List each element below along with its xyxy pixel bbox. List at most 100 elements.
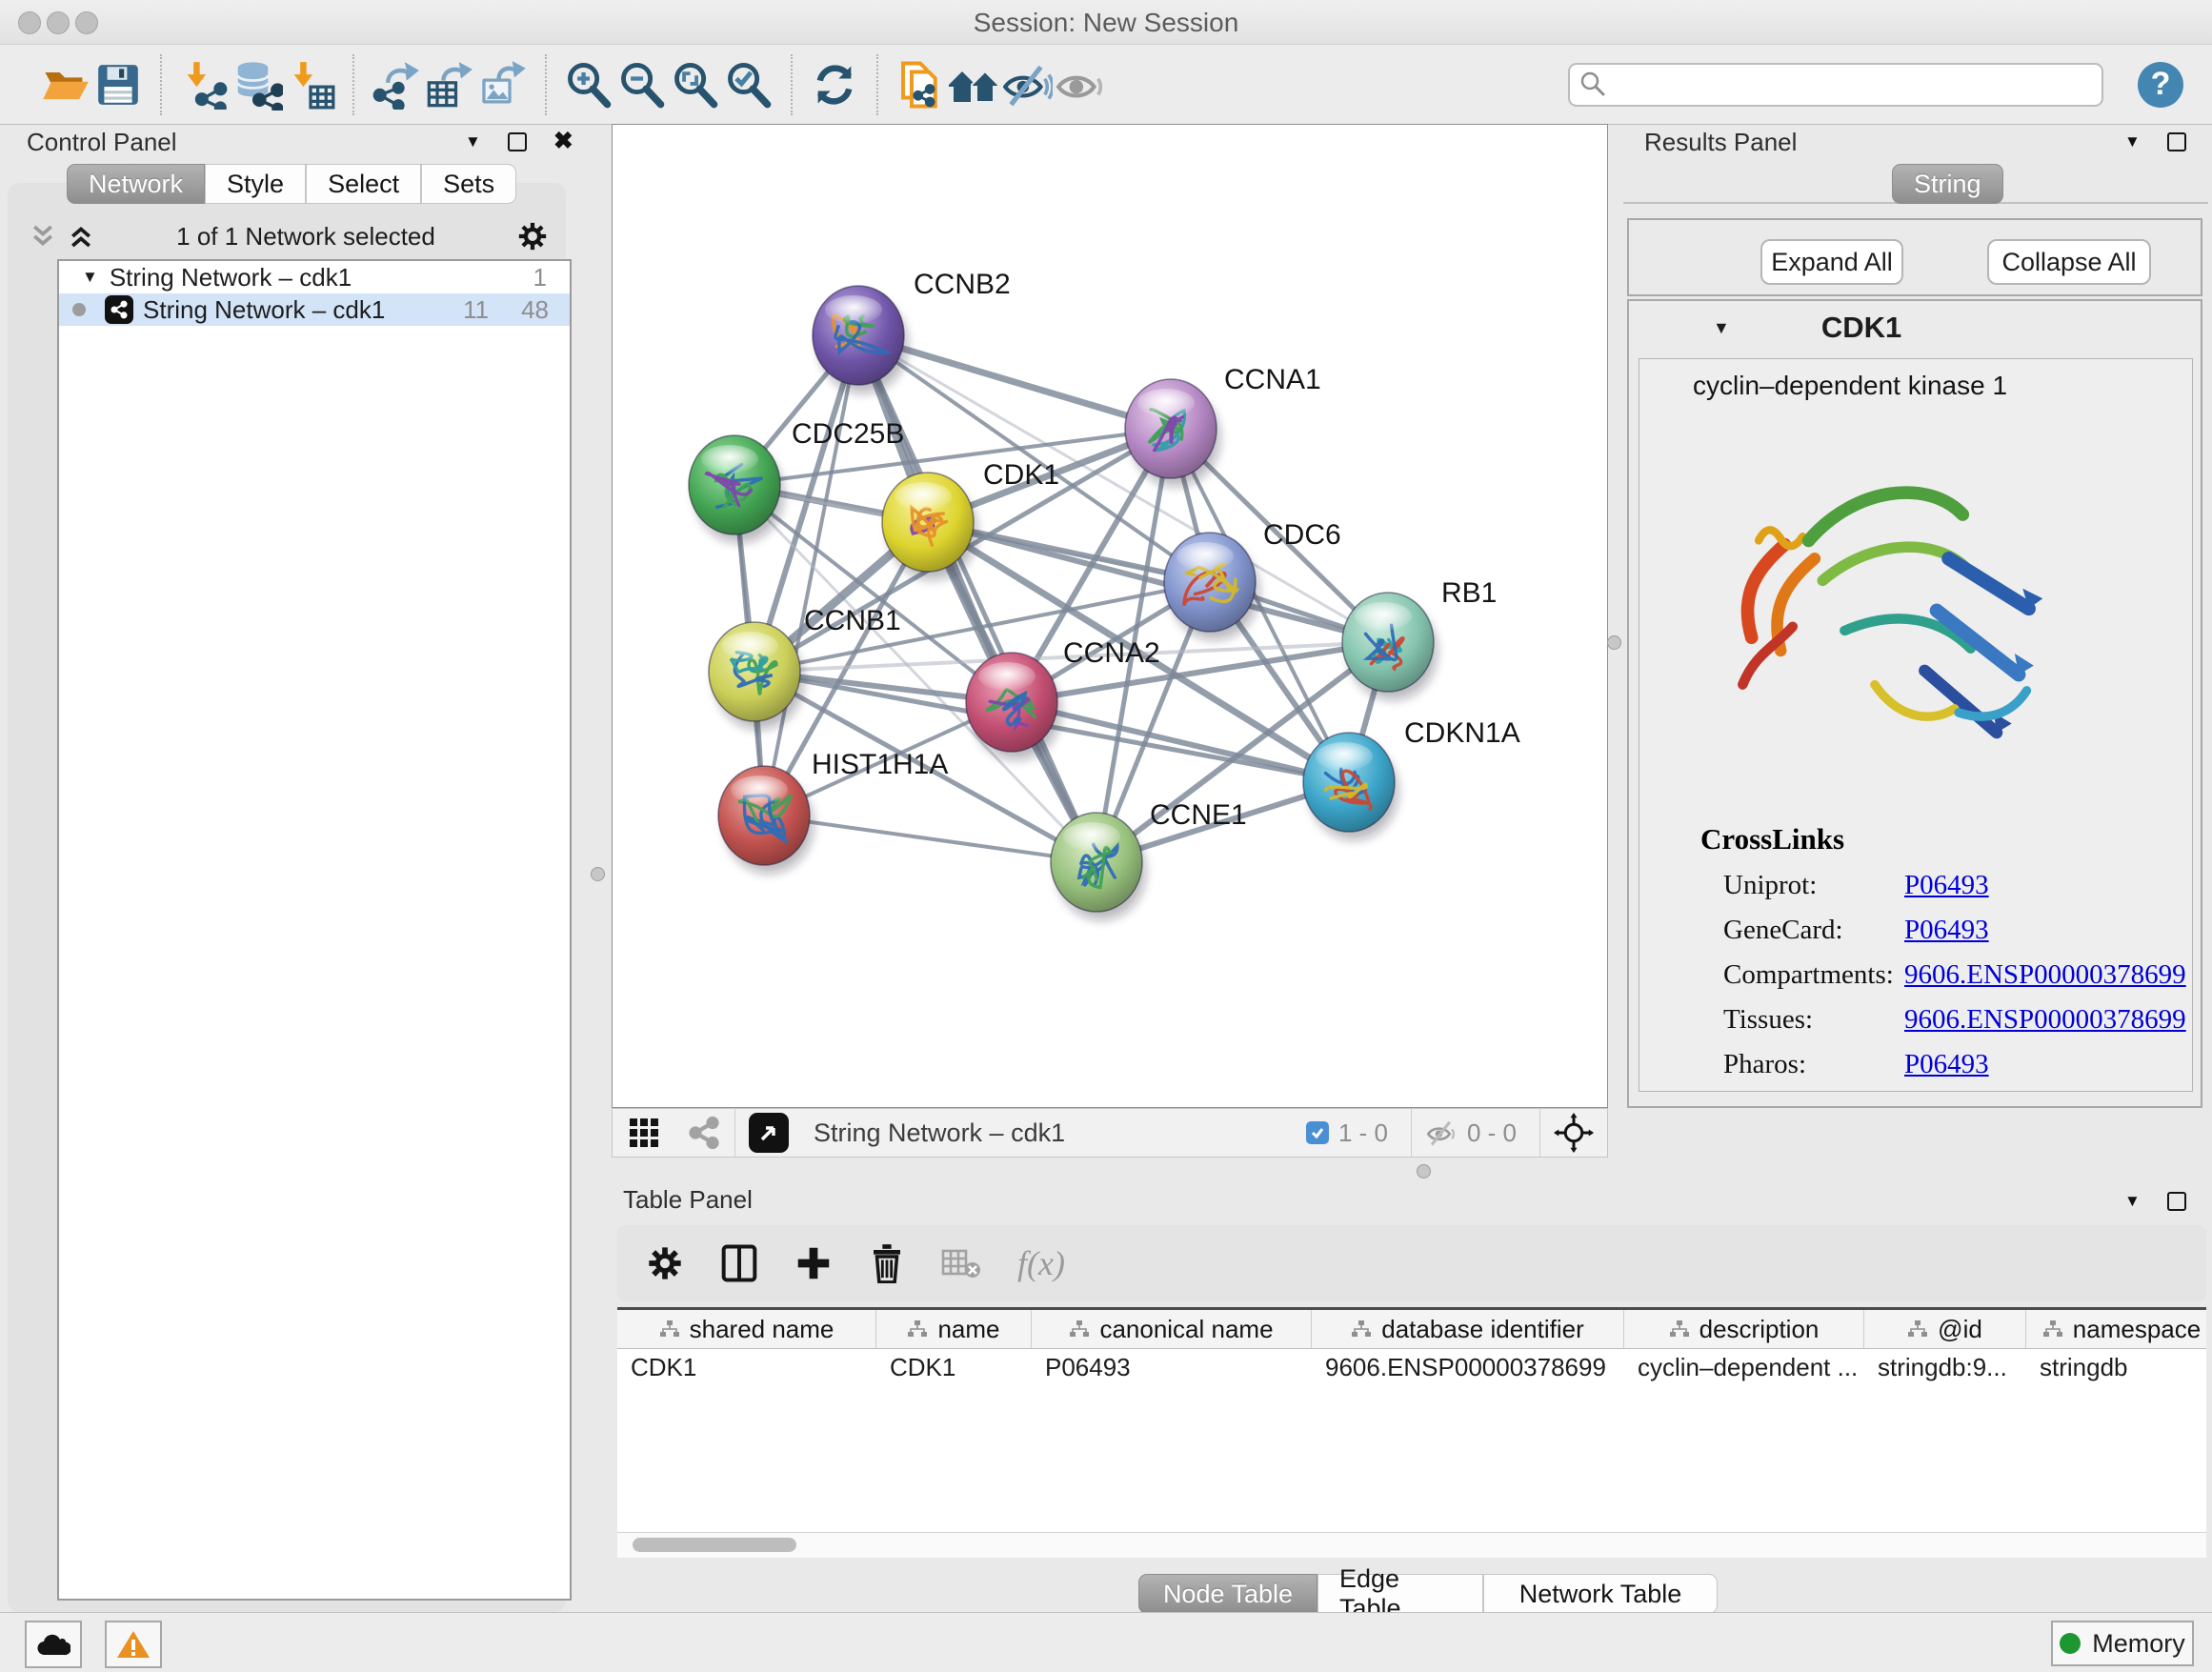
zoom-in-button[interactable] [562,58,615,111]
warnings-button[interactable] [105,1621,162,1668]
column-header-database-identifier[interactable]: database identifier [1312,1310,1624,1348]
column-header-canonical-name[interactable]: canonical name [1032,1310,1312,1348]
float-panel-icon[interactable] [2167,132,2186,151]
export-network-button[interactable] [370,58,423,111]
table-cell[interactable]: CDK1 [876,1349,1032,1385]
delete-table-icon-disabled[interactable] [941,1246,981,1280]
tab-sets[interactable]: Sets [421,164,516,204]
column-header-namespace[interactable]: namespace [2026,1310,2206,1348]
panel-menu-icon[interactable]: ▼ [2124,132,2141,151]
disclosure-triangle-icon[interactable]: ▼ [1713,318,1730,338]
scrollbar-thumb[interactable] [633,1538,796,1552]
import-network-from-database-button[interactable] [231,58,284,111]
hide-selection-button[interactable] [1000,58,1054,111]
edge-CCNB2-HIST1H1A[interactable] [764,335,858,816]
selected-checkbox-icon[interactable] [1306,1121,1329,1144]
refresh-button[interactable] [808,58,861,111]
table-cell[interactable]: P06493 [1032,1349,1312,1385]
zoom-selected-button[interactable] [722,58,775,111]
open-session-button[interactable] [38,58,91,111]
table-cell[interactable]: stringdb:9... [1864,1349,2026,1385]
close-panel-icon[interactable]: ✖ [553,130,573,153]
delete-column-trash-icon[interactable] [869,1243,905,1283]
node-CCNE1[interactable]: CCNE1 [1051,799,1247,920]
table-row[interactable]: CDK1CDK1P064939606.ENSP00000378699cyclin… [617,1349,2206,1385]
horizontal-scrollbar[interactable] [617,1532,2206,1558]
zoom-fit-button[interactable] [669,58,722,111]
tab-node-table[interactable]: Node Table [1138,1574,1317,1614]
tab-network[interactable]: Network [67,164,205,204]
first-neighbors-button[interactable] [947,58,1000,111]
tab-select[interactable]: Select [306,164,421,204]
function-builder-icon-disabled[interactable]: f(x) [1017,1243,1065,1283]
grid-view-icon[interactable] [628,1117,660,1149]
share-view-icon[interactable] [687,1116,721,1150]
import-table-button[interactable] [284,58,337,111]
crosslink-link[interactable]: 9606.ENSP00000378699 [1904,1004,2186,1036]
network-collection-row[interactable]: ▼ String Network – cdk1 1 [59,261,570,293]
show-all-button-disabled[interactable] [1054,58,1107,111]
zoom-out-button[interactable] [615,58,669,111]
crosslink-link[interactable]: P06493 [1904,870,1989,901]
crosslink-row: Uniprot:P06493 [1700,870,2186,901]
node-gloss-highlight [721,632,778,660]
node-CDK1[interactable]: CDK1 [882,459,1059,580]
column-header-name[interactable]: name [876,1310,1032,1348]
node-CDKN1A[interactable]: CDKN1A [1303,717,1520,840]
node-RB1[interactable]: RB1 [1342,577,1497,700]
show-columns-icon[interactable] [720,1243,758,1283]
disclosure-triangle-icon[interactable]: ▼ [82,268,98,287]
network-graph[interactable]: CCNB2CCNA1CDC25BCDK1CDC6RB1CCNB1CCNA2CDK… [613,125,1607,1107]
expand-all-button[interactable]: Expand All [1760,239,1903,285]
network-canvas[interactable]: CCNB2CCNA1CDC25BCDK1CDC6RB1CCNB1CCNA2CDK… [612,124,1608,1108]
node-label-CDKN1A: CDKN1A [1404,717,1520,749]
gear-icon[interactable] [516,220,549,252]
crosslink-link[interactable]: P06493 [1904,915,1989,946]
collection-name: String Network – cdk1 [110,263,533,292]
tab-network-table[interactable]: Network Table [1483,1574,1718,1614]
import-network-from-file-button[interactable] [177,58,231,111]
memory-button[interactable]: Memory [2051,1621,2194,1666]
table-cell[interactable]: cyclin–dependent ... [1624,1349,1864,1385]
horizontal-splitter-handle[interactable] [1417,1164,1431,1178]
birdseye-view-button[interactable] [749,1113,789,1153]
gear-icon[interactable] [646,1244,684,1282]
save-session-button[interactable] [91,58,145,111]
crosslink-link[interactable]: 9606.ENSP00000378699 [1904,959,2186,991]
float-panel-icon[interactable] [2167,1192,2186,1211]
column-header-shared-name[interactable]: shared name [617,1310,876,1348]
tab-style[interactable]: Style [205,164,306,204]
tab-string[interactable]: String [1892,164,2003,204]
add-column-plus-icon[interactable] [794,1244,833,1282]
node-CCNA1[interactable]: CCNA1 [1125,364,1321,487]
float-panel-icon[interactable] [508,132,527,151]
tab-edge-table[interactable]: Edge Table [1317,1574,1483,1614]
expand-all-chevrons-icon[interactable] [67,222,95,251]
export-image-button[interactable] [476,58,530,111]
export-table-button[interactable] [423,58,476,111]
crosslink-link[interactable]: P06493 [1904,1049,1989,1080]
column-header-description[interactable]: description [1624,1310,1864,1348]
clone-network-button[interactable] [894,58,947,111]
node-gloss-highlight [1137,389,1195,417]
panel-menu-icon[interactable]: ▼ [465,132,481,151]
column-header--id[interactable]: @id [1864,1310,2026,1348]
edge-HIST1H1A-CCNE1[interactable] [764,816,1096,862]
network-row-selected[interactable]: String Network – cdk1 11 48 [59,293,570,326]
table-cell[interactable]: stringdb [2026,1349,2206,1385]
crosslinks-section: CrossLinks Uniprot:P06493GeneCard:P06493… [1700,822,2186,1080]
vertical-splitter-handle-left[interactable] [591,867,605,881]
cloud-status-button[interactable] [25,1621,82,1668]
node-CDC25B[interactable]: CDC25B [689,418,904,543]
collapse-all-chevrons-icon[interactable] [29,222,57,251]
toolbar-separator [1539,1109,1540,1157]
search-input[interactable] [1568,63,2103,107]
node-entry-header[interactable]: ▼ CDK1 [1629,311,2201,345]
table-cell[interactable]: 9606.ENSP00000378699 [1312,1349,1624,1385]
help-button[interactable]: ? [2138,62,2183,108]
collapse-all-button[interactable]: Collapse All [1987,239,2151,285]
table-cell[interactable]: CDK1 [617,1349,876,1385]
panel-menu-icon[interactable]: ▼ [2124,1192,2141,1211]
fit-content-crosshair-icon[interactable] [1554,1113,1594,1153]
node-HIST1H1A[interactable]: HIST1H1A [718,749,948,874]
